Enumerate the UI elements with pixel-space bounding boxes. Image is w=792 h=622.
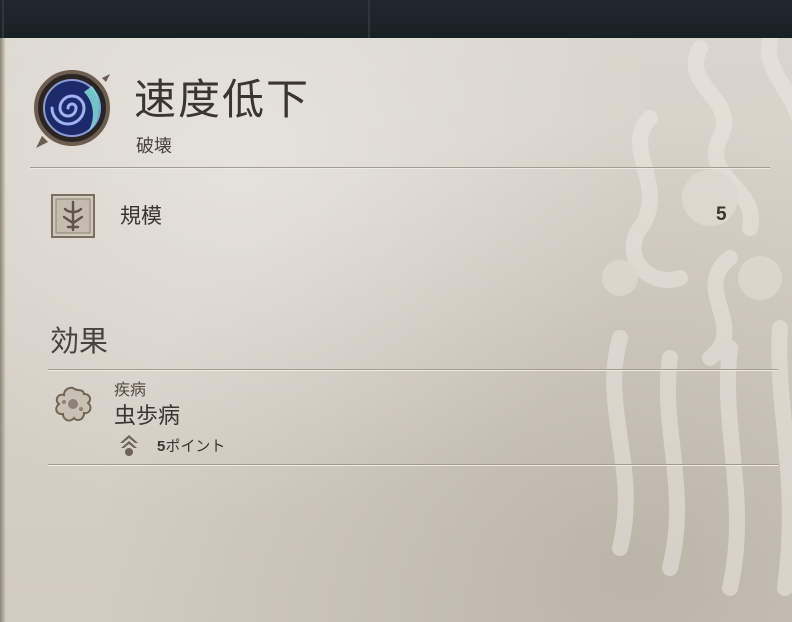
top-bar-seam (2, 0, 4, 38)
background-emblem-watermark (602, 38, 792, 596)
ability-title: 速度低下 (134, 75, 311, 124)
scale-rune-icon (51, 194, 95, 238)
effect-points-unit: ポイント (165, 437, 226, 455)
effect-name: 虫歩病 (114, 404, 181, 429)
panel-edge-shadow (0, 38, 6, 622)
ability-school: 破壊 (136, 136, 172, 157)
effect-points: 5ポイント (157, 435, 225, 456)
top-bar (0, 0, 792, 38)
effects-heading: 効果 (50, 324, 109, 358)
effect-category: 疾病 (114, 380, 147, 399)
top-bar-seam (368, 0, 370, 38)
stat-value: 5 (716, 204, 727, 225)
disease-splat-icon (55, 386, 92, 422)
point-emblem-icon (120, 435, 138, 456)
header-divider-highlight (30, 168, 770, 169)
swirl-spell-icon (34, 70, 110, 148)
ability-tooltip-panel: 速度低下 破壊 規模 5 効果 疾病 虫歩病 5ポイント (0, 38, 792, 622)
stat-label: 規模 (120, 204, 162, 228)
effects-divider-highlight (48, 370, 778, 371)
effect-item-divider-highlight (48, 465, 778, 466)
